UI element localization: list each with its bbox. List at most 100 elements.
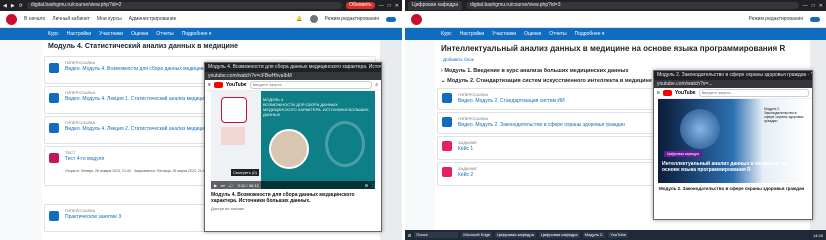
taskbar-item[interactable]: Microsoft Edge xyxy=(461,232,493,238)
section-title-text: Модуль 2. Стандартизация систем искусств… xyxy=(447,78,652,84)
browser-tab[interactable]: Цифровая кафедра xyxy=(408,1,462,10)
taskbar-clock: 14:25 xyxy=(812,232,823,238)
volume-icon[interactable]: 🔊 xyxy=(229,183,234,188)
taskbar-item[interactable]: YouTube xyxy=(608,232,628,238)
nav-admin[interactable]: Администрирование xyxy=(129,16,177,22)
subscribe-overlay[interactable]: Смотреть (0) xyxy=(231,169,259,176)
minimize-icon[interactable]: — xyxy=(803,3,808,9)
reload-icon[interactable]: ⟳ xyxy=(19,3,23,9)
minimize-icon[interactable]: — xyxy=(379,3,384,9)
back-icon[interactable]: ◀ xyxy=(3,3,7,9)
taskbar-item[interactable]: Цифровая кафедра xyxy=(538,232,580,238)
lecturer-photo xyxy=(269,129,309,169)
activity-link[interactable]: Видео. Модуль 2. Законодательство в сфер… xyxy=(458,122,625,128)
activity-type: ГИПЕРССЫЛКА xyxy=(458,92,489,97)
close-icon[interactable]: ✕ xyxy=(819,3,823,9)
popup-url[interactable]: youtube.com/watch?v=... xyxy=(654,80,812,88)
tab-reports[interactable]: Отчеты xyxy=(156,31,173,37)
tab-grades[interactable]: Оценки xyxy=(524,31,541,37)
url-icon xyxy=(49,211,59,221)
time-display: 0:10 / 30:12 xyxy=(237,182,259,188)
youtube-popup-window[interactable]: Модуль 2. Законодательство в сфере охран… xyxy=(653,70,813,220)
edit-mode-label: Режим редактирования xyxy=(748,16,804,22)
window-controls: — □ ✕ xyxy=(379,3,399,9)
quiz-icon xyxy=(49,153,59,163)
edit-mode-label: Режим редактирования xyxy=(324,16,380,22)
tab-reports[interactable]: Отчеты xyxy=(549,31,566,37)
activity-link[interactable]: Кейс 1 xyxy=(458,146,473,152)
taskbar-item[interactable]: Модуль 2. xyxy=(582,232,606,238)
popup-url[interactable]: youtube.com/watch?v=cFBwHhvaIbM xyxy=(205,72,381,80)
emblem-2 xyxy=(221,127,245,145)
edit-mode-toggle[interactable] xyxy=(386,16,396,22)
youtube-popup-window[interactable]: Модуль 4. Возможности для сбора данных м… xyxy=(204,62,382,232)
menu-icon[interactable]: ≡ xyxy=(657,90,660,96)
browser-chrome: ◀ ▶ ⟳ digital.bashgmu.ru/course/view.php… xyxy=(0,0,402,11)
activity-type: ГИПЕРССЫЛКА xyxy=(65,60,96,65)
fullscreen-icon[interactable]: ⛶ xyxy=(372,183,375,188)
player-controls: ▶ ⏭ 🔊 0:10 / 30:12 ⚙ ⛶ xyxy=(211,181,375,189)
update-button[interactable]: Обновить xyxy=(346,2,375,9)
taskbar-search[interactable]: Поиск xyxy=(414,232,459,238)
windows-taskbar: ⊞ Поиск Microsoft Edge Цифровая кафедра … xyxy=(405,230,826,240)
video-caption: Модуль 2. Законодательство в сфере охран… xyxy=(659,186,805,191)
tab-grades[interactable]: Оценки xyxy=(131,31,148,37)
edit-mode-toggle[interactable] xyxy=(810,16,820,22)
university-logo[interactable] xyxy=(6,13,17,25)
tab-settings[interactable]: Настройки xyxy=(67,31,92,37)
youtube-logo-icon[interactable] xyxy=(213,82,223,88)
youtube-logo-icon[interactable] xyxy=(662,90,672,96)
tab-settings[interactable]: Настройки xyxy=(460,31,485,37)
channel-label: Доступ по ссылке xyxy=(211,206,244,211)
nav-my-courses[interactable]: Мои курсы xyxy=(97,16,122,22)
search-input[interactable]: Введите запрос xyxy=(249,81,373,89)
assignment-icon xyxy=(442,167,452,177)
bell-icon[interactable]: 🔔 xyxy=(296,16,302,22)
left-screenshot: ◀ ▶ ⟳ digital.bashgmu.ru/course/view.php… xyxy=(0,0,402,240)
close-icon[interactable]: ✕ xyxy=(395,3,399,9)
url-icon xyxy=(442,117,452,127)
maximize-icon[interactable]: □ xyxy=(812,3,815,9)
activity-link[interactable]: Практическое занятие 3 xyxy=(65,214,121,220)
tab-more[interactable]: Подробнее ▾ xyxy=(182,31,212,37)
tab-participants[interactable]: Участники xyxy=(99,31,123,37)
windows-start-icon[interactable]: ⊞ xyxy=(408,233,411,238)
tab-participants[interactable]: Участники xyxy=(492,31,516,37)
activity-type: ТЕСТ xyxy=(65,150,76,155)
tab-more[interactable]: Подробнее ▾ xyxy=(575,31,605,37)
avatar[interactable] xyxy=(309,15,318,23)
settings-icon[interactable]: ⚙ xyxy=(365,183,369,188)
activity-link[interactable]: Кейс 2 xyxy=(458,172,473,178)
activity-dates: Открыто: Четверг, 26 января 2023, 21:40 … xyxy=(65,169,207,173)
url-icon xyxy=(49,63,59,73)
university-emblem xyxy=(221,97,247,123)
video-player[interactable]: Модуль 2 Законодательство в сфере охраны… xyxy=(658,99,808,183)
tab-course[interactable]: Курс xyxy=(441,31,452,37)
video-player[interactable]: МОДУЛЬ 4 ВОЗМОЖНОСТИ ДЛЯ СБОРА ДАННЫХ МЕ… xyxy=(211,91,375,189)
play-icon[interactable]: ▶ xyxy=(214,183,217,188)
address-bar[interactable]: digital.bashgmu.ru/course/view.php?id=2 xyxy=(26,2,343,9)
taskbar-item[interactable]: Цифровая кафедра xyxy=(495,232,536,238)
tab-course[interactable]: Курс xyxy=(48,31,59,37)
activity-link[interactable]: Тест 4-го модуля xyxy=(65,156,104,162)
site-navbar: Режим редактирования xyxy=(405,11,826,28)
activity-type: ГИПЕРССЫЛКА xyxy=(65,208,96,213)
search-input[interactable]: Введите запрос xyxy=(698,89,809,97)
right-screenshot: Цифровая кафедра digital.bashgmu.ru/cour… xyxy=(405,0,826,240)
course-index xyxy=(0,40,43,240)
activity-link[interactable]: Видео. Модуль 2. Стандартизация систем И… xyxy=(458,98,565,104)
activity-type: ЗАДАНИЕ xyxy=(458,140,478,145)
maximize-icon[interactable]: □ xyxy=(388,3,391,9)
nav-home[interactable]: В начало xyxy=(24,16,45,22)
forward-icon[interactable]: ▶ xyxy=(11,3,15,9)
address-bar[interactable]: digital.bashgmu.ru/course/view.php?id=3 xyxy=(466,2,799,9)
nav-dashboard[interactable]: Личный кабинет xyxy=(52,16,90,22)
module-title: Модуль 4. Статистический анализ данных в… xyxy=(48,43,238,50)
next-icon[interactable]: ⏭ xyxy=(221,183,225,188)
add-block-link[interactable]: Добавить блок xyxy=(435,57,810,66)
university-logo[interactable] xyxy=(411,13,422,25)
activity-type: ГИПЕРССЫЛКА xyxy=(65,90,96,95)
menu-icon[interactable]: ≡ xyxy=(208,82,211,88)
search-icon[interactable]: ⌕ xyxy=(375,82,378,88)
youtube-header: ≡ YouTube Введите запрос xyxy=(654,88,812,99)
